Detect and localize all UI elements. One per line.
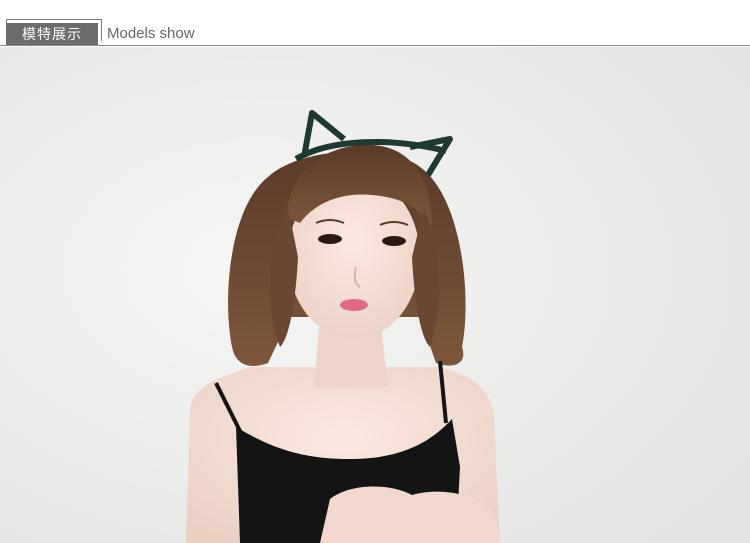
section-title-en: Models show [107, 25, 195, 42]
section-header: 模特展示 Models show [0, 0, 750, 50]
section-title-cn: 模特展示 [6, 23, 98, 45]
header-divider [0, 45, 750, 46]
model-photo [0, 47, 750, 543]
lips [340, 299, 368, 311]
model-illustration [0, 47, 750, 543]
left-eye [318, 234, 342, 244]
right-eye [382, 236, 406, 246]
